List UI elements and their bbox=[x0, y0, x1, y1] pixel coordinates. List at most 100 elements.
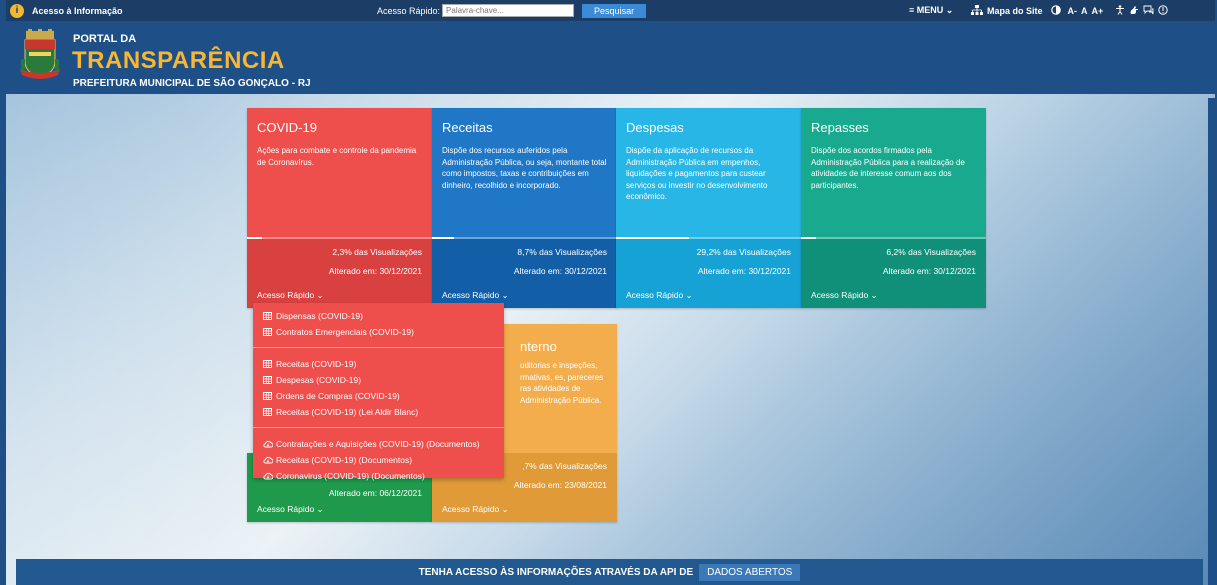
table-icon bbox=[263, 392, 272, 400]
search-button[interactable]: Pesquisar bbox=[582, 3, 647, 18]
card-altered-date: Alterado em: 06/12/2021 bbox=[328, 488, 422, 498]
quick-access-toggle[interactable]: Acesso Rápido ⌄ bbox=[442, 504, 509, 515]
quick-access-label: Acesso Rápido bbox=[257, 290, 315, 300]
quick-access-toggle[interactable]: Acesso Rápido ⌄ bbox=[442, 290, 509, 301]
sitemap-icon bbox=[971, 4, 983, 17]
accessibility-tools: Mapa do Site A- A A+ bbox=[971, 4, 1168, 17]
dropdown-item-label: Despesas (COVID-19) bbox=[276, 375, 362, 385]
table-icon bbox=[263, 312, 272, 320]
chat-icon[interactable] bbox=[1143, 5, 1154, 17]
card-altered-date: Alterado em: 30/12/2021 bbox=[697, 266, 791, 276]
card-description: Dispõe dos acordos firmados pela Adminis… bbox=[811, 146, 965, 190]
covid-quick-access-dropdown: Dispensas (COVID-19) Contratos Emergenci… bbox=[253, 303, 504, 481]
sitemap-link[interactable]: Mapa do Site bbox=[987, 6, 1043, 16]
card-covid19[interactable]: COVID-19 Ações para combate e controle d… bbox=[247, 108, 432, 308]
accessibility-icon[interactable] bbox=[1115, 4, 1125, 17]
card-views: 6,2% das Visualizações bbox=[886, 247, 976, 257]
card-receitas[interactable]: Receitas Dispõe dos recursos auferidos p… bbox=[432, 108, 617, 308]
dropdown-item-label: Contratos Emergenciais (COVID-19) bbox=[276, 327, 414, 337]
dropdown-item[interactable]: Dispensas (COVID-19) bbox=[253, 308, 504, 324]
quick-access-label: Acesso Rápido bbox=[626, 290, 684, 300]
quick-search-label: Acesso Rápido: bbox=[377, 5, 441, 16]
card-views: 29,2% das Visualizações bbox=[696, 247, 791, 257]
quick-access-label: Acesso Rápido bbox=[811, 290, 869, 300]
chevron-down-icon: ⌄ bbox=[870, 290, 878, 300]
card-views: 2,3% das Visualizações bbox=[332, 247, 422, 257]
access-info-link[interactable]: i Acesso à Informação bbox=[6, 3, 123, 18]
quick-search: Acesso Rápido: Pesquisar bbox=[377, 3, 647, 18]
open-data-button[interactable]: DADOS ABERTOS bbox=[699, 563, 801, 581]
right-edge-bar bbox=[1208, 98, 1215, 585]
card-description: Dispõe da aplicação de recursos da Admin… bbox=[626, 146, 768, 201]
dropdown-item[interactable]: Despesas (COVID-19) bbox=[253, 372, 504, 388]
font-decrease-button[interactable]: A- bbox=[1068, 6, 1078, 16]
card-despesas[interactable]: Despesas Dispõe da aplicação de recursos… bbox=[616, 108, 801, 308]
menu-button[interactable]: ≡ MENU ⌄ bbox=[909, 5, 953, 16]
dropdown-divider bbox=[253, 427, 504, 428]
dropdown-item[interactable]: Coronavirus (COVID-19) (Documentos) bbox=[253, 468, 504, 484]
dropdown-item[interactable]: Receitas (COVID-19) (Lei Aldir Blanc) bbox=[253, 404, 504, 420]
chevron-down-icon: ⌄ bbox=[316, 504, 324, 514]
dropdown-item[interactable]: Contratos Emergenciais (COVID-19) bbox=[253, 324, 504, 340]
quick-access-toggle[interactable]: Acesso Rápido ⌄ bbox=[257, 504, 324, 515]
help-icon[interactable] bbox=[1158, 4, 1168, 17]
city-crest-logo[interactable] bbox=[20, 29, 60, 83]
dropdown-item-label: Ordens de Compras (COVID-19) bbox=[276, 391, 400, 401]
card-description: Dispõe dos recursos auferidos pela Admin… bbox=[442, 146, 607, 190]
cloud-icon bbox=[263, 440, 274, 448]
cloud-icon bbox=[263, 472, 274, 480]
dropdown-item-label: Receitas (COVID-19) bbox=[276, 359, 357, 369]
page-title[interactable]: TRANSPARÊNCIA bbox=[72, 47, 285, 75]
dropdown-item-label: Receitas (COVID-19) (Lei Aldir Blanc) bbox=[276, 407, 419, 417]
card-altered-date: Alterado em: 30/12/2021 bbox=[513, 266, 607, 276]
table-icon bbox=[263, 360, 272, 368]
chevron-down-icon: ⌄ bbox=[501, 504, 509, 514]
contrast-icon[interactable] bbox=[1050, 4, 1061, 17]
font-normal-button[interactable]: A bbox=[1081, 6, 1088, 16]
access-info-label: Acesso à Informação bbox=[32, 5, 123, 16]
search-input[interactable] bbox=[442, 4, 575, 17]
quick-access-toggle[interactable]: Acesso Rápido ⌄ bbox=[626, 290, 693, 301]
dropdown-item[interactable]: Receitas (COVID-19) (Documentos) bbox=[253, 452, 504, 468]
chevron-down-icon: ⌄ bbox=[316, 290, 324, 300]
card-title: Despesas bbox=[626, 120, 684, 135]
table-icon bbox=[263, 376, 272, 384]
card-title: COVID-19 bbox=[257, 120, 317, 135]
dropdown-item[interactable]: Contratações e Aquisições (COVID-19) (Do… bbox=[253, 436, 504, 452]
dropdown-item-label: Contratações e Aquisições (COVID-19) (Do… bbox=[276, 439, 480, 449]
card-repasses[interactable]: Repasses Dispõe dos acordos firmados pel… bbox=[801, 108, 986, 308]
chevron-down-icon: ⌄ bbox=[501, 290, 509, 300]
card-title: nterno bbox=[520, 339, 557, 354]
quick-access-toggle[interactable]: Acesso Rápido ⌄ bbox=[811, 290, 878, 301]
dropdown-item[interactable]: Receitas (COVID-19) bbox=[253, 356, 504, 372]
quick-access-label: Acesso Rápido bbox=[442, 504, 500, 514]
quick-access-toggle[interactable]: Acesso Rápido ⌄ bbox=[257, 290, 324, 301]
card-description: uditorias e inspeções, rmativas, es, par… bbox=[520, 361, 604, 405]
dropdown-divider bbox=[253, 347, 504, 348]
site-header: PORTAL DA TRANSPARÊNCIA PREFEITURA MUNIC… bbox=[6, 21, 1215, 94]
card-altered-date: Alterado em: 30/12/2021 bbox=[882, 266, 976, 276]
open-data-text: TENHA ACESSO ÀS INFORMAÇÕES ATRAVÉS DA A… bbox=[418, 566, 694, 578]
top-bar: i Acesso à Informação Acesso Rápido: Pes… bbox=[6, 0, 1215, 21]
sign-language-icon[interactable] bbox=[1129, 5, 1139, 17]
table-icon bbox=[263, 328, 272, 336]
dropdown-item-label: Coronavirus (COVID-19) (Documentos) bbox=[276, 471, 425, 481]
card-altered-date: Alterado em: 30/12/2021 bbox=[328, 266, 422, 276]
dropdown-item-label: Receitas (COVID-19) (Documentos) bbox=[276, 455, 413, 465]
cloud-icon bbox=[263, 456, 274, 464]
card-description: Ações para combate e controle da pandemi… bbox=[257, 146, 417, 167]
page-background: i Acesso à Informação Acesso Rápido: Pes… bbox=[6, 0, 1215, 585]
chevron-down-icon: ⌄ bbox=[685, 290, 693, 300]
quick-access-label: Acesso Rápido bbox=[257, 504, 315, 514]
quick-access-label: Acesso Rápido bbox=[442, 290, 500, 300]
portal-da-text: PORTAL DA bbox=[73, 33, 137, 45]
table-icon bbox=[263, 408, 272, 416]
card-title: Receitas bbox=[442, 120, 493, 135]
font-increase-button[interactable]: A+ bbox=[1092, 6, 1104, 16]
dropdown-item[interactable]: Ordens de Compras (COVID-19) bbox=[253, 388, 504, 404]
open-data-banner: TENHA ACESSO ÀS INFORMAÇÕES ATRAVÉS DA A… bbox=[16, 559, 1203, 585]
card-views: 8,7% das Visualizações bbox=[517, 247, 607, 257]
page-subtitle: PREFEITURA MUNICIPAL DE SÃO GONÇALO - RJ bbox=[73, 78, 311, 89]
dropdown-item-label: Dispensas (COVID-19) bbox=[276, 311, 363, 321]
info-icon: i bbox=[10, 3, 24, 18]
